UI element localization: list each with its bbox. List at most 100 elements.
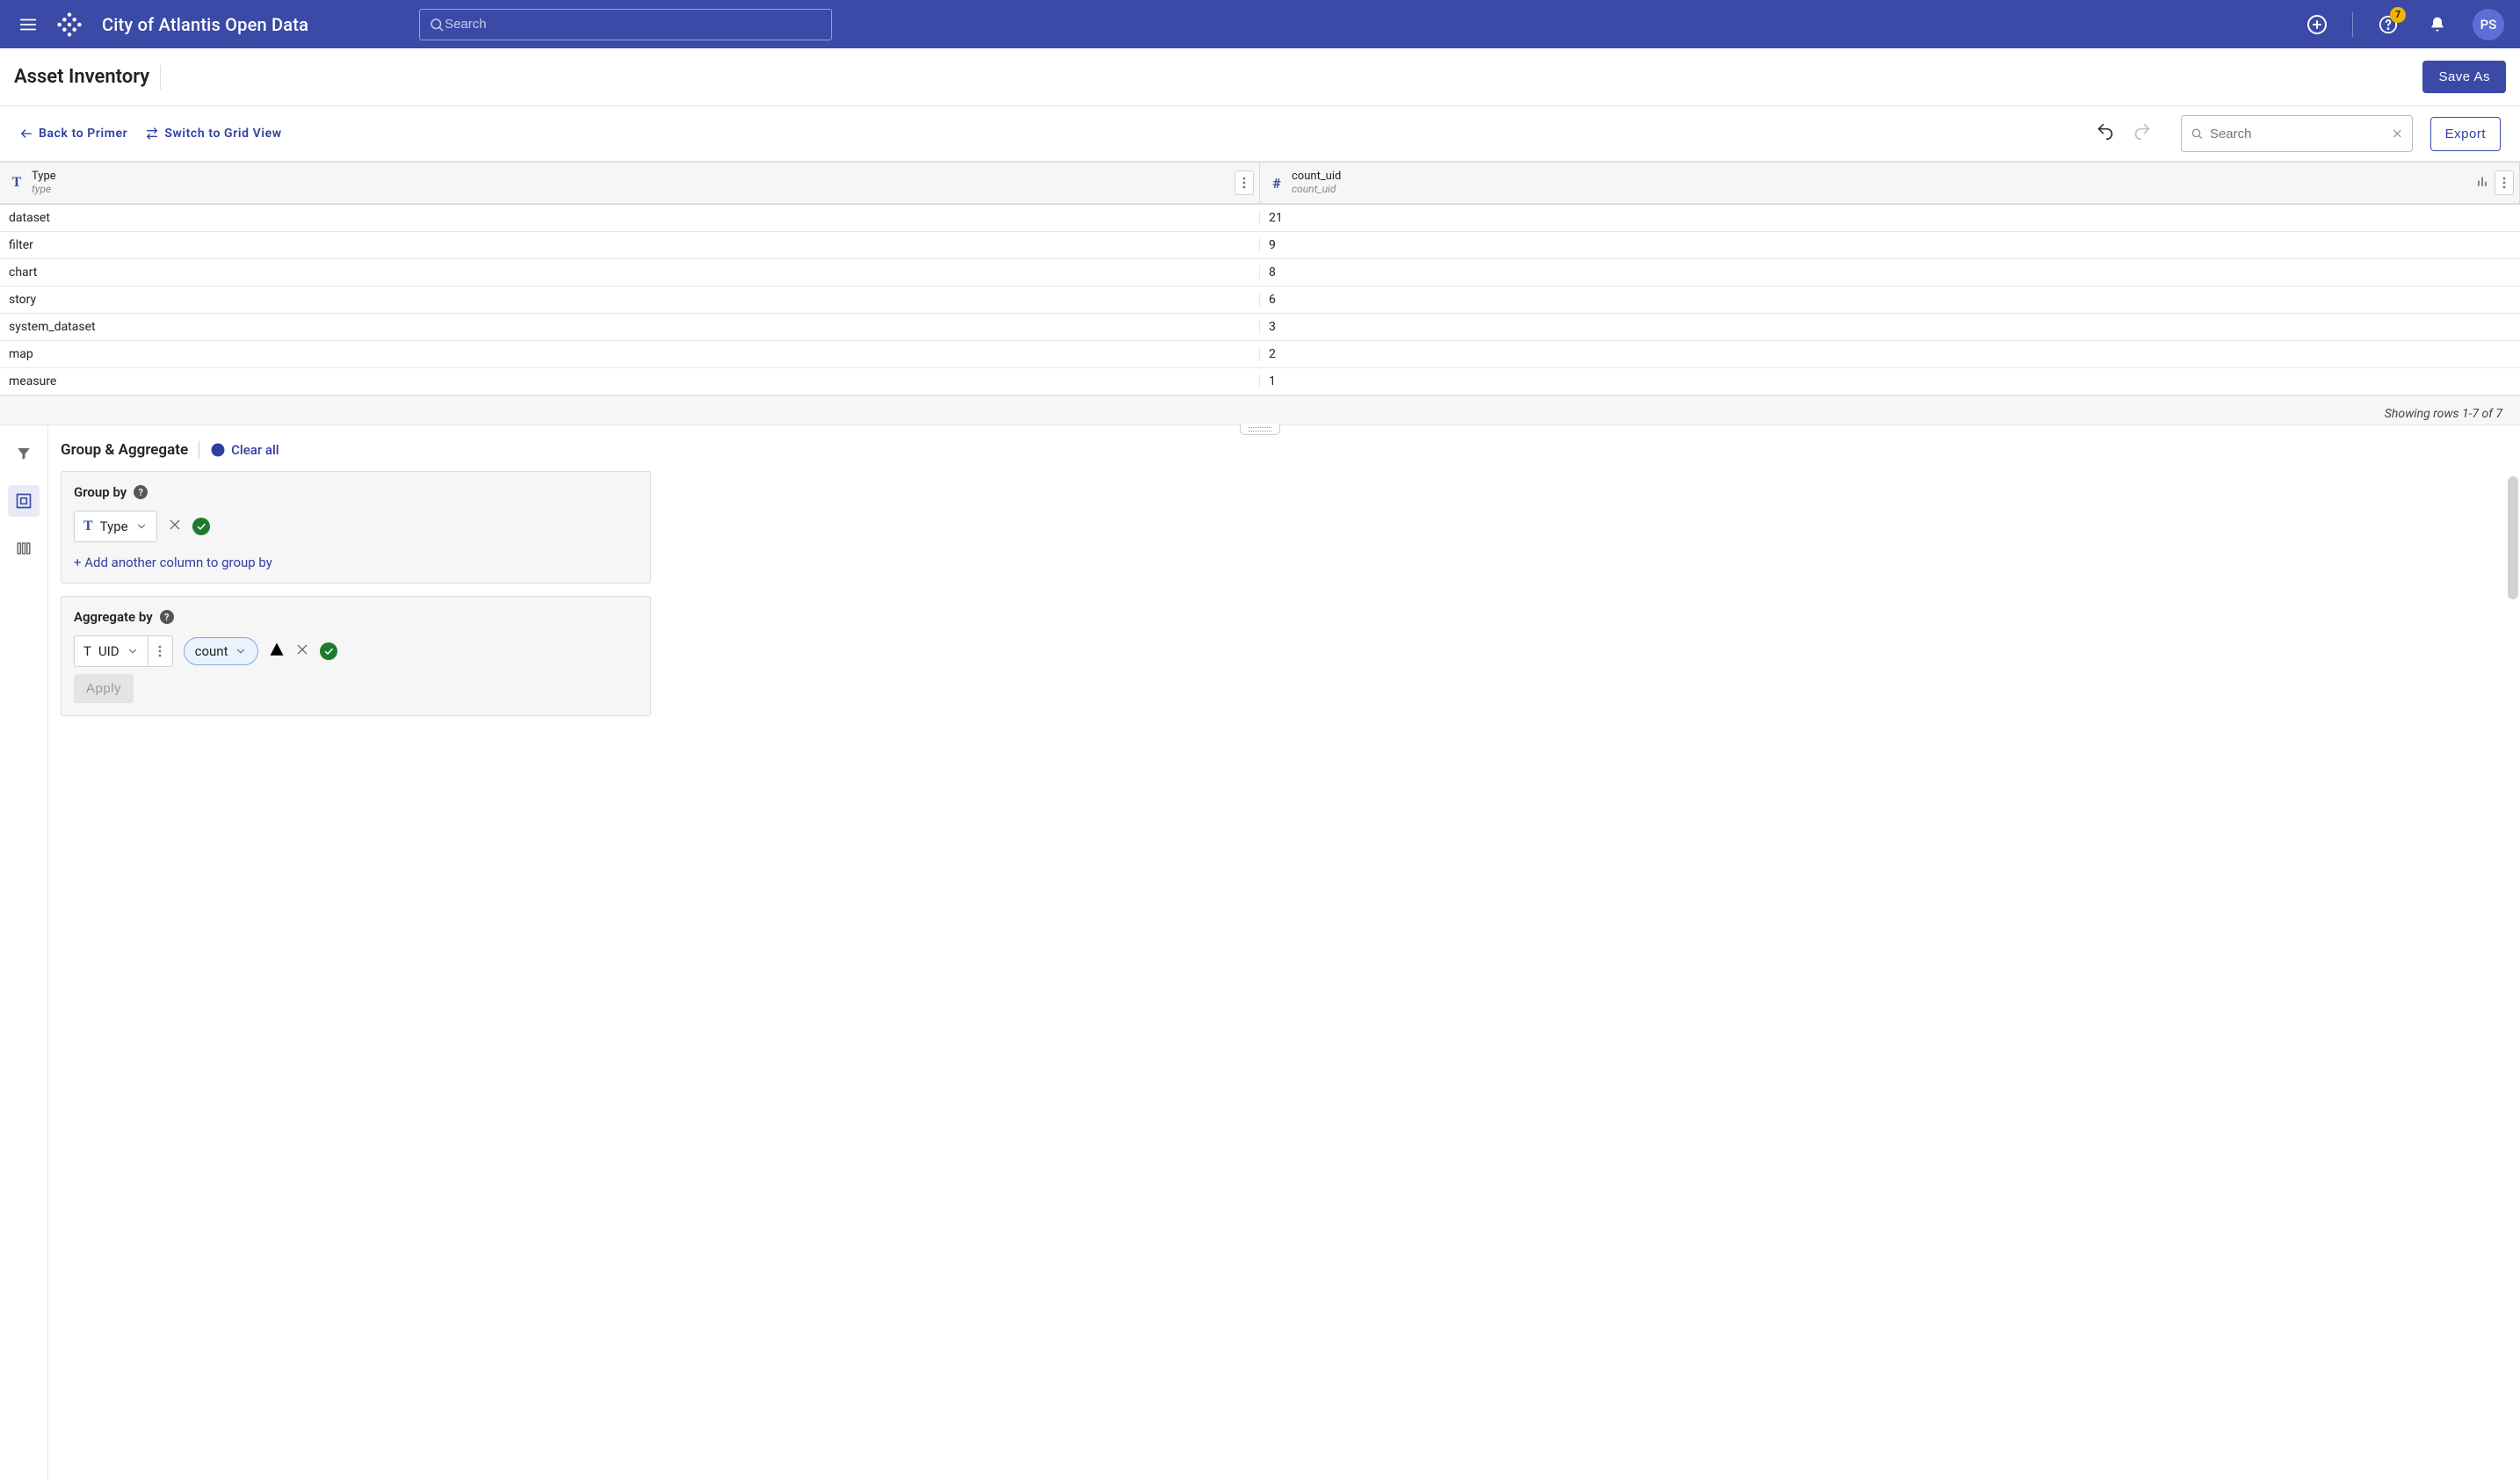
group-by-field-chip[interactable]: T Type bbox=[74, 511, 157, 542]
kebab-icon bbox=[158, 645, 162, 657]
bar-chart-icon bbox=[2475, 174, 2489, 188]
page-header: Asset Inventory Save As bbox=[0, 48, 2520, 106]
tab-columns[interactable] bbox=[8, 533, 40, 564]
toolbar: Back to Primer Switch to Grid View Expor… bbox=[0, 106, 2520, 162]
table-row[interactable]: map 2 bbox=[0, 341, 2520, 368]
cell-count: 6 bbox=[1260, 293, 2520, 307]
user-avatar[interactable]: PS bbox=[2473, 9, 2504, 40]
table-row[interactable]: measure 1 bbox=[0, 368, 2520, 395]
divider bbox=[160, 65, 161, 90]
text-type-icon: T bbox=[83, 519, 93, 534]
aggregate-field-label: UID bbox=[98, 643, 119, 659]
cell-count: 21 bbox=[1260, 211, 2520, 225]
clear-all-label: Clear all bbox=[231, 442, 279, 458]
column-chart-button[interactable] bbox=[2475, 174, 2489, 192]
group-icon bbox=[15, 492, 33, 510]
export-button[interactable]: Export bbox=[2430, 117, 2501, 151]
cell-type: chart bbox=[0, 265, 1260, 279]
undo-button[interactable] bbox=[2095, 123, 2116, 144]
table-row[interactable]: filter 9 bbox=[0, 232, 2520, 259]
table-row[interactable]: dataset 21 bbox=[0, 205, 2520, 232]
save-as-button[interactable]: Save As bbox=[2422, 61, 2506, 93]
search-icon bbox=[429, 17, 445, 33]
global-search[interactable] bbox=[419, 9, 832, 40]
aggregate-by-card: Aggregate by ? T UID bbox=[61, 596, 651, 716]
remove-group-by-button[interactable] bbox=[168, 518, 182, 536]
group-by-valid-indicator bbox=[192, 518, 210, 535]
switch-view-label: Switch to Grid View bbox=[164, 127, 281, 141]
aggregate-field-selector[interactable]: T UID bbox=[75, 636, 148, 666]
cell-type: story bbox=[0, 293, 1260, 307]
group-by-card: Group by ? T Type + Add an bbox=[61, 471, 651, 584]
table-search[interactable] bbox=[2181, 115, 2413, 152]
kebab-icon bbox=[2502, 177, 2506, 189]
filter-icon bbox=[16, 446, 32, 461]
cell-type: dataset bbox=[0, 211, 1260, 225]
cell-count: 3 bbox=[1260, 320, 2520, 334]
add-group-by-link[interactable]: + Add another column to group by bbox=[74, 555, 638, 570]
column-menu-button[interactable] bbox=[1235, 170, 1254, 195]
column-title: count_uid bbox=[1292, 170, 1341, 183]
chevron-down-icon bbox=[127, 645, 139, 657]
cell-type: filter bbox=[0, 238, 1260, 252]
swap-icon bbox=[145, 127, 159, 141]
search-icon bbox=[2191, 126, 2203, 141]
group-by-help[interactable]: ? bbox=[134, 485, 148, 499]
aggregate-by-help[interactable]: ? bbox=[160, 610, 174, 624]
redo-icon bbox=[2132, 123, 2153, 141]
page-title: Asset Inventory bbox=[14, 66, 149, 88]
columns-icon bbox=[16, 540, 32, 556]
notification-badge: 7 bbox=[2390, 7, 2406, 23]
group-by-title: Group by bbox=[74, 484, 127, 500]
aggregate-field-more-button[interactable] bbox=[148, 636, 172, 666]
tab-filter[interactable] bbox=[8, 438, 40, 469]
panel-side-tabs bbox=[0, 425, 48, 1480]
panel-scrollbar-thumb[interactable] bbox=[2508, 476, 2518, 599]
chevron-down-icon bbox=[135, 520, 148, 533]
remove-aggregate-button[interactable] bbox=[295, 642, 309, 661]
column-subtitle: count_uid bbox=[1292, 184, 1341, 195]
hamburger-icon bbox=[18, 15, 38, 34]
text-type-icon: T bbox=[83, 643, 91, 659]
aggregate-by-title: Aggregate by bbox=[74, 609, 153, 625]
table-search-input[interactable] bbox=[2210, 127, 2385, 141]
table-row[interactable]: story 6 bbox=[0, 287, 2520, 314]
cell-count: 9 bbox=[1260, 238, 2520, 252]
notifications-button[interactable] bbox=[2423, 11, 2451, 39]
switch-view-link[interactable]: Switch to Grid View bbox=[145, 127, 281, 141]
data-table: T Type type # count_uid count_uid datas bbox=[0, 162, 2520, 395]
clear-all-button[interactable]: Clear all bbox=[210, 442, 279, 458]
warning-icon bbox=[269, 642, 285, 657]
global-search-input[interactable] bbox=[445, 17, 822, 32]
aggregate-valid-indicator bbox=[320, 642, 337, 660]
chevron-down-icon bbox=[235, 645, 247, 657]
cell-type: system_dataset bbox=[0, 320, 1260, 334]
close-icon bbox=[168, 518, 182, 532]
column-header-count[interactable]: # count_uid count_uid bbox=[1260, 163, 2520, 203]
table-row[interactable]: system_dataset 3 bbox=[0, 314, 2520, 341]
aggregate-field-chip: T UID bbox=[74, 635, 173, 667]
site-logo[interactable] bbox=[54, 10, 84, 40]
back-to-primer-link[interactable]: Back to Primer bbox=[19, 127, 127, 141]
column-header-type[interactable]: T Type type bbox=[0, 163, 1260, 203]
cell-type: measure bbox=[0, 374, 1260, 388]
kebab-icon bbox=[1242, 177, 1246, 189]
back-to-primer-label: Back to Primer bbox=[39, 127, 127, 141]
tab-group-aggregate[interactable] bbox=[8, 485, 40, 517]
table-row[interactable]: chart 8 bbox=[0, 259, 2520, 287]
menu-button[interactable] bbox=[16, 12, 40, 37]
check-icon bbox=[196, 521, 206, 532]
redo-button[interactable] bbox=[2132, 123, 2153, 144]
aggregate-function-chip[interactable]: count bbox=[184, 637, 259, 665]
group-by-field-label: Type bbox=[100, 519, 128, 534]
create-button[interactable] bbox=[2303, 11, 2331, 39]
help-button[interactable]: 7 bbox=[2374, 11, 2402, 39]
column-subtitle: type bbox=[32, 184, 56, 195]
apply-button: Apply bbox=[74, 674, 134, 703]
clear-search-icon[interactable] bbox=[2392, 127, 2403, 141]
topbar: City of Atlantis Open Data 7 PS bbox=[0, 0, 2520, 48]
aggregate-warning-indicator[interactable] bbox=[269, 642, 285, 661]
site-title[interactable]: City of Atlantis Open Data bbox=[102, 14, 308, 35]
column-menu-button[interactable] bbox=[2495, 170, 2514, 195]
cell-count: 1 bbox=[1260, 374, 2520, 388]
